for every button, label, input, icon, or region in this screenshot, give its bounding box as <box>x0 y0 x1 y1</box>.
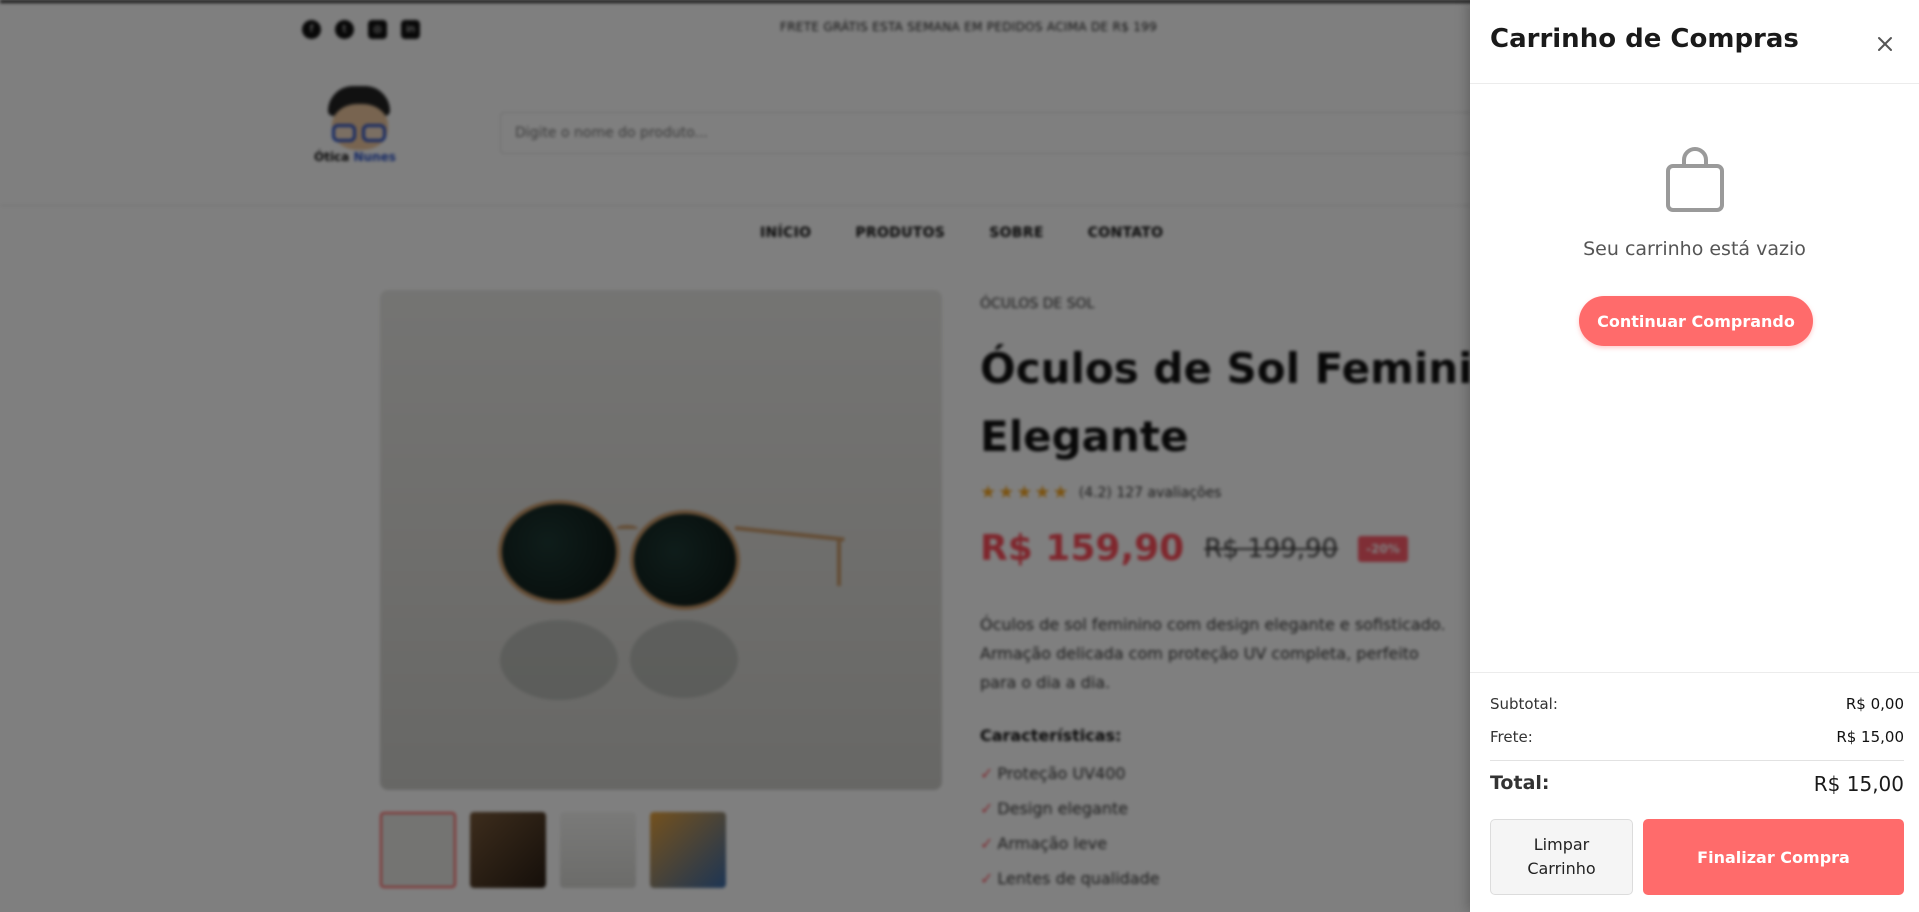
shipping-label: Frete: <box>1490 728 1533 746</box>
clear-cart-button[interactable]: Limpar Carrinho <box>1490 819 1633 895</box>
total-value: R$ 15,00 <box>1813 772 1904 796</box>
cart-summary: Subtotal: R$ 0,00 Frete: R$ 15,00 Total:… <box>1470 672 1919 912</box>
clear-cart-label-line1: Limpar <box>1533 835 1590 854</box>
continue-shopping-button[interactable]: Continuar Comprando <box>1579 296 1813 346</box>
total-row: Total: R$ 15,00 <box>1490 772 1904 796</box>
empty-cart-message: Seu carrinho está vazio <box>1583 238 1806 260</box>
clear-cart-label-line2: Carrinho <box>1527 859 1596 878</box>
cart-title: Carrinho de Compras <box>1490 24 1799 54</box>
summary-divider <box>1490 760 1904 761</box>
close-icon <box>1878 37 1892 51</box>
checkout-button[interactable]: Finalizar Compra <box>1643 819 1904 895</box>
total-label: Total: <box>1490 772 1550 794</box>
subtotal-label: Subtotal: <box>1490 695 1558 713</box>
close-cart-button[interactable] <box>1870 29 1900 59</box>
cart-drawer: Carrinho de Compras Seu carrinho está va… <box>1470 0 1919 912</box>
cart-header: Carrinho de Compras <box>1470 0 1919 84</box>
shipping-value: R$ 15,00 <box>1836 728 1904 746</box>
subtotal-value: R$ 0,00 <box>1845 695 1904 713</box>
shopping-bag-icon <box>1666 147 1724 212</box>
subtotal-row: Subtotal: R$ 0,00 <box>1490 695 1904 713</box>
shipping-row: Frete: R$ 15,00 <box>1490 728 1904 746</box>
